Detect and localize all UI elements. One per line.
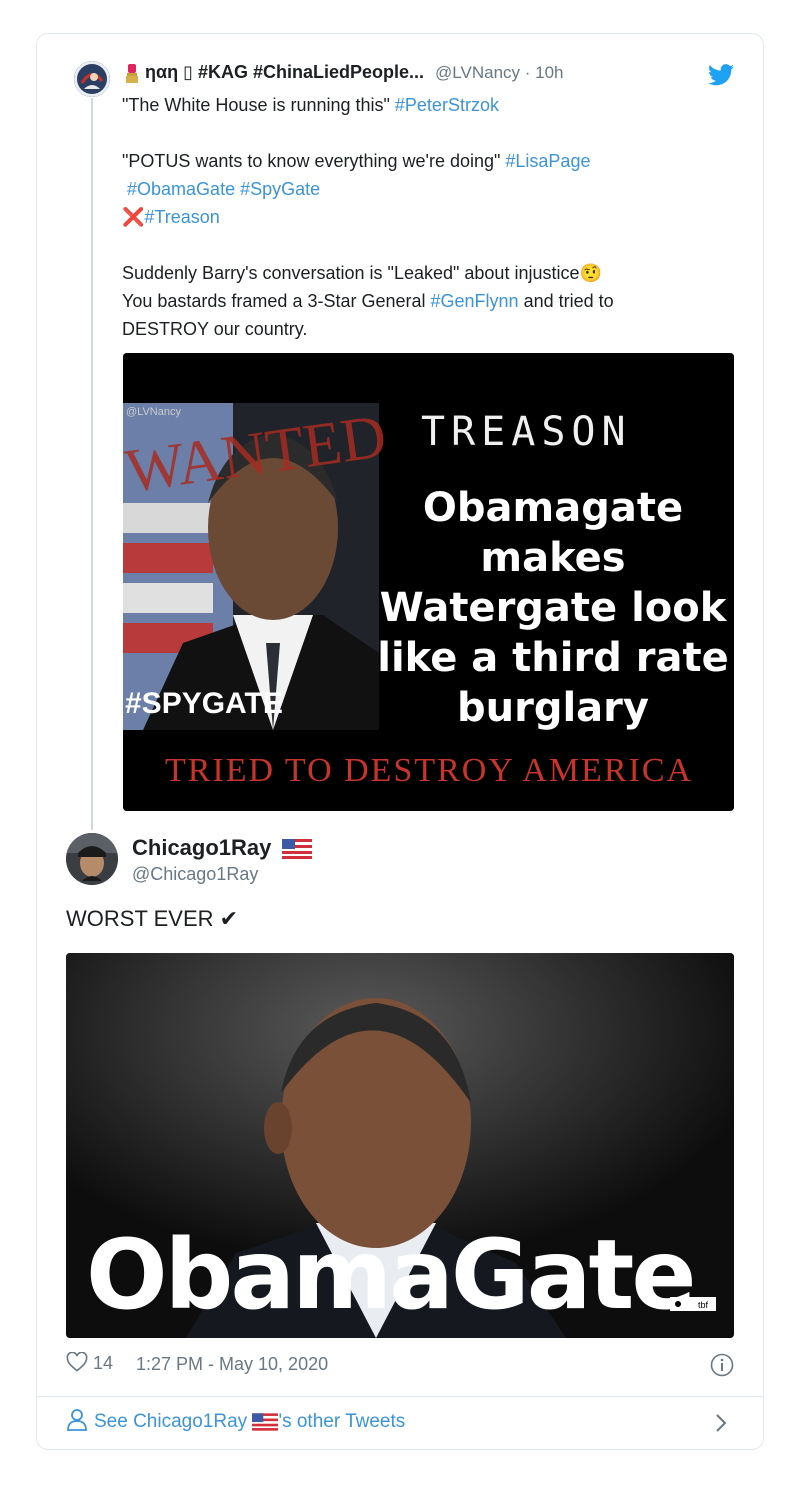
- like-count: 14: [93, 1353, 114, 1373]
- hashtag-link[interactable]: #Treason: [144, 207, 219, 227]
- headline-line: makes: [480, 535, 625, 581]
- headline-line: Watergate look: [380, 585, 728, 631]
- headline-line: burglary: [457, 685, 649, 731]
- tweet-timestamp[interactable]: 1:27 PM - May 10, 2020: [136, 1354, 328, 1375]
- cross-mark-icon: ❌: [122, 207, 145, 227]
- image-watermark: @LVNancy: [126, 406, 181, 418]
- author-avatar[interactable]: [66, 833, 118, 885]
- tweet-footer: 14 1:27 PM - May 10, 2020: [66, 1351, 734, 1380]
- quoted-text-line: DESTROY our country.: [122, 319, 308, 339]
- info-icon[interactable]: [710, 1353, 734, 1377]
- image-caption-text: ObamaGate: [86, 1219, 694, 1331]
- heart-icon: [66, 1351, 88, 1372]
- tweet-text: WORST EVER ✔: [66, 906, 239, 931]
- treason-text: TREASON: [421, 409, 632, 455]
- see-other-tweets-link[interactable]: See Chicago1Ray 's other Tweets: [66, 1408, 734, 1438]
- us-flag-icon: [252, 1413, 279, 1431]
- twitter-bird-icon[interactable]: [708, 64, 734, 86]
- quoted-tweet-time: 10h: [535, 63, 564, 82]
- person-icon: [67, 1409, 87, 1431]
- tweet-image[interactable]: ObamaGate tbf: [66, 953, 734, 1338]
- spygate-label: #SPYGATE: [125, 687, 283, 720]
- author-handle[interactable]: @Chicago1Ray: [132, 864, 258, 885]
- hashtag-link[interactable]: #ObamaGate: [127, 179, 235, 199]
- like-button[interactable]: 14: [66, 1351, 114, 1374]
- see-other-suffix: 's other Tweets: [278, 1411, 406, 1432]
- quoted-tweet-avatar[interactable]: [74, 61, 110, 97]
- hashtag-link[interactable]: #GenFlynn: [431, 291, 519, 311]
- hashtag-link[interactable]: #PeterStrzok: [395, 95, 499, 115]
- bottom-banner-text: TRIED TO DESTROY AMERICA: [165, 752, 693, 789]
- headline-line: like a third rate: [377, 635, 728, 681]
- see-other-prefix: See Chicago1Ray: [94, 1411, 253, 1432]
- author-display-name[interactable]: Chicago1Ray: [132, 835, 312, 861]
- quoted-text-line: Suddenly Barry's conversation is "Leaked…: [122, 263, 602, 283]
- headline-line: Obamagate: [423, 485, 683, 531]
- image-badge: tbf: [698, 1300, 709, 1310]
- quoted-tweet-display-name[interactable]: ηαη ▯ #KAG #ChinaLiedPeople...: [145, 62, 424, 82]
- quoted-tweet-text: "The White House is running this" #Peter…: [122, 91, 712, 343]
- hashtag-link[interactable]: #SpyGate: [240, 179, 320, 199]
- us-flag-icon: [281, 839, 312, 860]
- lipstick-icon: [126, 64, 138, 84]
- footer-divider: [37, 1396, 763, 1397]
- quoted-tweet-header: ηαη ▯ #KAG #ChinaLiedPeople... @LVNancy …: [124, 62, 724, 88]
- quoted-tweet-handle[interactable]: @LVNancy · 10h: [435, 63, 563, 82]
- chevron-right-icon[interactable]: [714, 1413, 728, 1433]
- thread-connector-line: [91, 98, 93, 830]
- quoted-tweet-image[interactable]: @LVNancy WANTED #SPYGATE TREASON Obamaga…: [123, 353, 734, 811]
- hashtag-link[interactable]: #LisaPage: [505, 151, 590, 171]
